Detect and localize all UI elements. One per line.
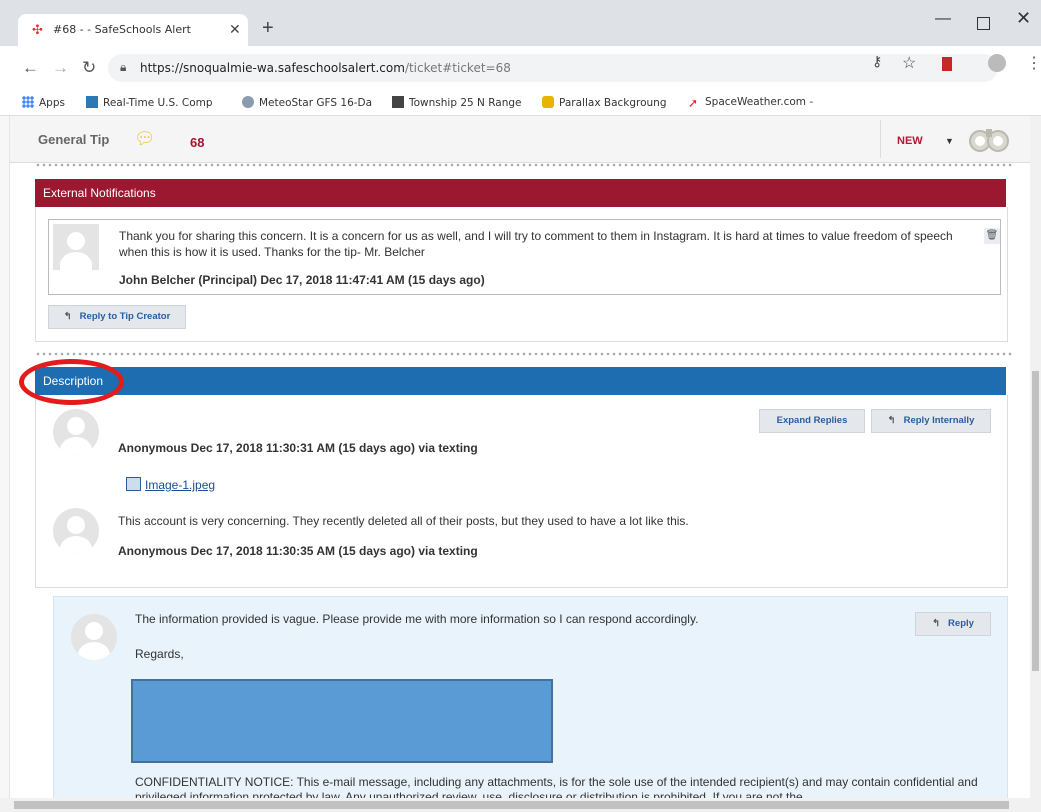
extension-icon[interactable] (942, 57, 952, 71)
address-bar[interactable]: 🔒︎ https://snoqualmie-wa.safeschoolsaler… (108, 54, 998, 82)
new-tab-icon[interactable]: + (262, 18, 274, 38)
note-text: Thank you for sharing this concern. It i… (119, 229, 953, 259)
trash-icon[interactable]: 🗑︎ (984, 228, 1000, 244)
tab-strip: ✣ #68 - - SafeSchools Alert ✕ + — ✕ (0, 0, 1041, 46)
back-icon[interactable]: ← (22, 58, 39, 78)
apps-grid-icon (22, 96, 34, 108)
divider (880, 120, 881, 158)
lock-icon[interactable]: 🔒︎ (120, 60, 126, 75)
notification-note: Thank you for sharing this concern. It i… (48, 219, 1001, 295)
safeschools-favicon-icon: ✣ (32, 22, 43, 37)
scroll-thumb[interactable] (14, 801, 1009, 809)
url-text[interactable]: https://snoqualmie-wa.safeschoolsalert.c… (140, 61, 511, 75)
profile-avatar-icon[interactable] (988, 54, 1006, 72)
horizontal-scrollbar[interactable] (0, 798, 1041, 812)
entry-meta: Anonymous Dec 17, 2018 11:30:31 AM (15 d… (118, 441, 478, 455)
reply-to-tip-creator-button[interactable]: ↰ Reply to Tip Creator (48, 305, 186, 329)
dotted-divider (35, 163, 1015, 167)
minimize-icon[interactable]: — (935, 10, 951, 28)
ticket-header: General Tip 💬︎ 68 NEW ▼ (0, 116, 1030, 163)
township-icon (392, 96, 404, 108)
tip-type: General Tip (38, 132, 110, 147)
avatar (53, 409, 99, 455)
bookmark-parallax[interactable]: Parallax Backgroung (542, 96, 667, 109)
status-dropdown[interactable]: NEW (897, 135, 923, 147)
browser-menu-icon[interactable]: ⋮ (1026, 53, 1041, 73)
bookmark-star-icon[interactable]: ☆ (902, 53, 916, 73)
reply-arrow-icon: ↰ (932, 618, 941, 629)
external-notifications-panel: Thank you for sharing this concern. It i… (35, 207, 1008, 342)
shield-icon (542, 96, 554, 108)
binoculars-icon[interactable] (969, 121, 1009, 155)
vertical-scrollbar[interactable] (1030, 116, 1041, 798)
reply-regards: Regards, (135, 647, 184, 661)
left-edge (0, 116, 10, 798)
bookmark-spaceweather[interactable]: ➚ SpaceWeather.com - (688, 96, 813, 109)
password-key-icon[interactable]: ⚷ (872, 53, 882, 70)
reply-internally-button[interactable]: ↰ Reply Internally (871, 409, 991, 433)
tab-close-icon[interactable]: ✕ (229, 21, 241, 38)
reply-button[interactable]: ↰ Reply (915, 612, 991, 636)
note-author: John Belcher (Principal) Dec 17, 2018 11… (119, 273, 485, 287)
bookmark-realtime[interactable]: Real-Time U.S. Comp (86, 96, 213, 109)
description-panel: Expand Replies ↰ Reply Internally Anonymo… (35, 395, 1008, 588)
chart-icon (86, 96, 98, 108)
reply-arrow-icon: ↰ (887, 415, 896, 426)
redacted-signature (131, 679, 553, 763)
panel-title: External Notifications (43, 186, 156, 200)
bookmark-township[interactable]: Township 25 N Range (392, 96, 522, 109)
reload-icon[interactable]: ↻ (82, 58, 96, 78)
tab-title: #68 - - SafeSchools Alert (53, 23, 191, 36)
expand-replies-button[interactable]: Expand Replies (759, 409, 865, 433)
reply-text: The information provided is vague. Pleas… (135, 612, 699, 626)
avatar (53, 224, 99, 270)
avatar (53, 508, 99, 554)
page-content: General Tip 💬︎ 68 NEW ▼ External Notific… (0, 116, 1041, 808)
caret-down-icon[interactable]: ▼ (945, 136, 954, 146)
window-close-icon[interactable]: ✕ (1016, 8, 1031, 29)
comment-bubble-icon: 💬︎ (134, 129, 156, 148)
browser-toolbar: ← → ↻ 🔒︎ https://snoqualmie-wa.safeschoo… (0, 46, 1041, 91)
reply-message: The information provided is vague. Pleas… (53, 596, 1008, 808)
maximize-icon[interactable] (977, 17, 990, 30)
spaceweather-icon: ➚ (688, 96, 699, 110)
description-header: Description (35, 367, 1006, 395)
forward-icon[interactable]: → (52, 58, 69, 78)
entry-meta: Anonymous Dec 17, 2018 11:30:35 AM (15 d… (118, 544, 478, 558)
image-file-icon (126, 477, 141, 491)
reply-arrow-icon: ↰ (63, 311, 72, 322)
annotation-circle (19, 359, 124, 405)
ticket-number: 68 (190, 135, 205, 150)
bookmarks-bar: Apps Real-Time U.S. Comp MeteoStar GFS 1… (0, 91, 1041, 116)
entry-text: This account is very concerning. They re… (118, 514, 689, 528)
avatar (71, 614, 117, 660)
attachment-link[interactable]: Image-1.jpeg (126, 477, 215, 492)
browser-tab[interactable]: ✣ #68 - - SafeSchools Alert ✕ (18, 14, 248, 46)
bookmark-apps[interactable]: Apps (22, 96, 65, 109)
bookmark-meteostar[interactable]: MeteoStar GFS 16-Da (242, 96, 372, 109)
scroll-thumb[interactable] (1032, 371, 1039, 671)
external-notifications-header: External Notifications (35, 179, 1006, 207)
dotted-divider (35, 352, 1015, 356)
meteostar-icon (242, 96, 254, 108)
